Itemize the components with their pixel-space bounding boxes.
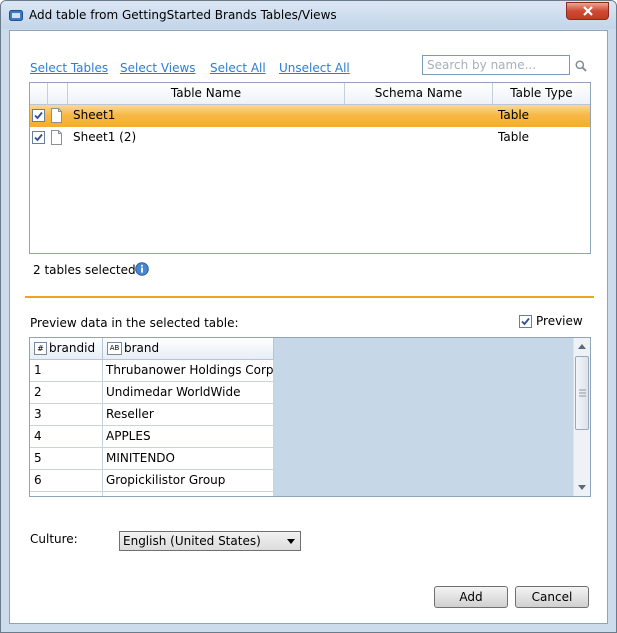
row-checkbox[interactable] bbox=[32, 109, 45, 122]
text-type-icon: AB bbox=[107, 342, 122, 355]
row-checkbox[interactable] bbox=[32, 131, 45, 144]
checkbox-column-header bbox=[30, 83, 48, 105]
culture-label: Culture: bbox=[30, 532, 78, 546]
table-row[interactable]: Sheet1 Table bbox=[30, 105, 590, 127]
section-divider bbox=[25, 296, 594, 298]
app-icon bbox=[9, 10, 23, 21]
column-name: brandid bbox=[49, 341, 96, 355]
table-name-column-header[interactable]: Table Name bbox=[68, 83, 345, 105]
table-icon bbox=[51, 130, 62, 145]
table-type-cell: Table bbox=[498, 130, 530, 144]
window-title: Add table from GettingStarted Brands Tab… bbox=[29, 8, 337, 22]
preview-checkbox[interactable] bbox=[519, 315, 532, 328]
preview-row[interactable]: 5 MINITENDO bbox=[30, 448, 274, 470]
icon-column-header bbox=[48, 83, 68, 105]
select-views-link[interactable]: Select Views bbox=[120, 61, 196, 75]
selection-status: 2 tables selected bbox=[33, 263, 136, 277]
preview-row[interactable]: 1 Thrubanower Holdings Corp. bbox=[30, 360, 274, 382]
tables-grid: Table Name Schema Name Table Type Sheet1… bbox=[29, 82, 591, 254]
cancel-button[interactable]: Cancel bbox=[515, 586, 589, 608]
number-type-icon: # bbox=[34, 342, 47, 355]
preview-grid: # brandid AB brand 1 Thrubanower Holding… bbox=[29, 337, 591, 497]
brand-cell: Undimedar WorldWide bbox=[103, 382, 274, 403]
brandid-cell: 1 bbox=[30, 360, 103, 381]
dialog-content: Select Tables Select Views Select All Un… bbox=[9, 30, 608, 624]
chevron-down-icon bbox=[287, 539, 295, 544]
brandid-cell: 5 bbox=[30, 448, 103, 469]
search-input[interactable] bbox=[422, 55, 570, 75]
info-icon[interactable] bbox=[135, 262, 149, 276]
brand-cell: APPLES bbox=[103, 426, 274, 447]
brandid-cell: 2 bbox=[30, 382, 103, 403]
table-row[interactable]: Sheet1 (2) Table bbox=[30, 127, 590, 149]
scroll-down-icon[interactable] bbox=[578, 485, 586, 491]
brand-cell bbox=[103, 492, 274, 496]
table-name-cell: Sheet1 (2) bbox=[73, 130, 137, 144]
check-icon bbox=[34, 133, 43, 142]
scroll-up-icon[interactable] bbox=[578, 343, 586, 349]
preview-checkbox-label[interactable]: Preview bbox=[536, 314, 583, 328]
scrollbar-thumb[interactable] bbox=[575, 356, 589, 430]
table-name-cell: Sheet1 bbox=[73, 108, 116, 122]
table-type-cell: Table bbox=[498, 108, 530, 122]
title-bar[interactable]: Add table from GettingStarted Brands Tab… bbox=[1, 1, 616, 29]
culture-selected-value: English (United States) bbox=[123, 534, 261, 548]
search-icon[interactable] bbox=[575, 60, 587, 72]
preview-row[interactable]: 2 Undimedar WorldWide bbox=[30, 382, 274, 404]
select-all-link[interactable]: Select All bbox=[210, 61, 266, 75]
dialog-window: Add table from GettingStarted Brands Tab… bbox=[0, 0, 617, 633]
preview-row[interactable]: 3 Reseller bbox=[30, 404, 274, 426]
brand-cell: Thrubanower Holdings Corp. bbox=[103, 360, 274, 381]
grip-icon bbox=[579, 389, 586, 397]
preview-vertical-scrollbar[interactable] bbox=[573, 338, 590, 496]
unselect-all-link[interactable]: Unselect All bbox=[279, 61, 350, 75]
check-icon bbox=[34, 111, 43, 120]
brand-cell: Reseller bbox=[103, 404, 274, 425]
brandid-column-header[interactable]: # brandid bbox=[30, 338, 103, 360]
select-tables-link[interactable]: Select Tables bbox=[30, 61, 108, 75]
preview-row[interactable]: 6 Gropickilistor Group bbox=[30, 470, 274, 492]
column-name: brand bbox=[124, 341, 160, 355]
preview-row[interactable]: 4 APPLES bbox=[30, 426, 274, 448]
preview-label: Preview data in the selected table: bbox=[30, 316, 239, 330]
brandid-cell: 6 bbox=[30, 470, 103, 491]
add-button[interactable]: Add bbox=[434, 586, 508, 608]
culture-select[interactable]: English (United States) bbox=[119, 531, 301, 551]
brandid-cell: 4 bbox=[30, 426, 103, 447]
close-icon bbox=[583, 6, 593, 16]
brandid-cell bbox=[30, 492, 103, 496]
schema-name-column-header[interactable]: Schema Name bbox=[345, 83, 493, 105]
close-button[interactable] bbox=[566, 2, 609, 20]
check-icon bbox=[521, 317, 530, 326]
preview-row-partial bbox=[30, 492, 274, 496]
brand-cell: Gropickilistor Group bbox=[103, 470, 274, 491]
table-icon bbox=[51, 108, 62, 123]
brandid-cell: 3 bbox=[30, 404, 103, 425]
brand-column-header[interactable]: AB brand bbox=[103, 338, 274, 360]
brand-cell: MINITENDO bbox=[103, 448, 274, 469]
table-type-column-header[interactable]: Table Type bbox=[493, 83, 590, 105]
